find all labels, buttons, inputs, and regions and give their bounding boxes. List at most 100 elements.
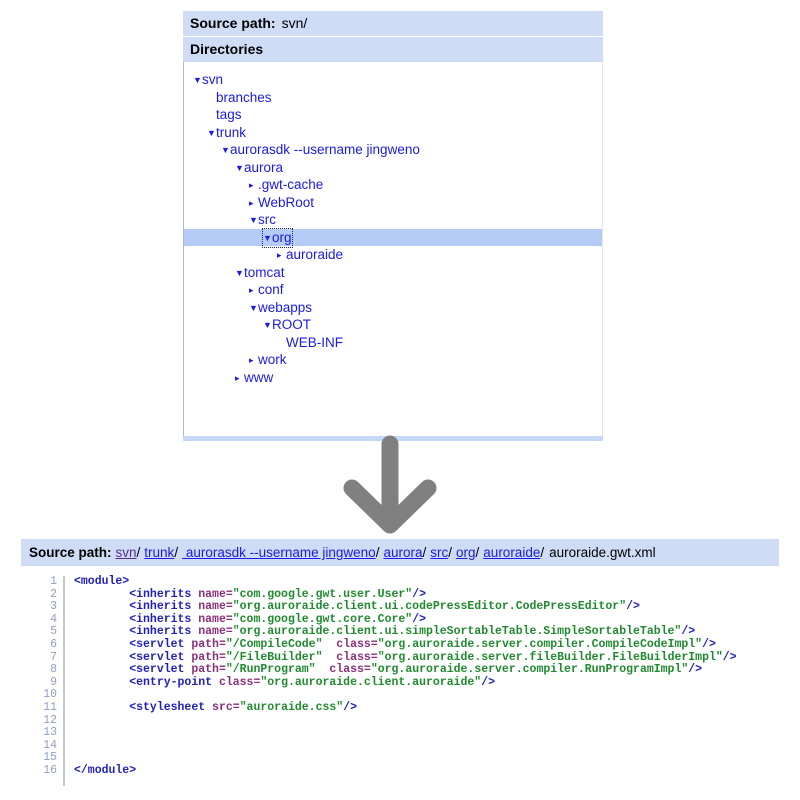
tree-node-work[interactable]: ▸ work: [184, 351, 602, 369]
chevron-right-icon[interactable]: ▸: [249, 352, 258, 370]
code-token-str: "com.google.gwt.core.Core": [232, 612, 413, 626]
breadcrumb-separator: /: [448, 545, 453, 560]
code-token-tag: />: [343, 700, 357, 714]
chevron-down-icon[interactable]: ▼: [193, 72, 202, 90]
code-token-att: name=: [198, 625, 233, 639]
breadcrumb: Source path: svn / trunk / aurorasdk --usern…: [21, 539, 779, 566]
chevron-down-icon[interactable]: ▼: [235, 160, 244, 178]
code-viewer[interactable]: 1 2 3 4 5 6 7 8 9 10 11 12 13 14 15 16 <module> <inheri…: [21, 575, 779, 786]
tree-node-aurorasdk[interactable]: ▼aurorasdk --username jingweno: [184, 141, 602, 159]
line-number: 6: [50, 637, 57, 651]
code-line[interactable]: </module>: [74, 763, 737, 778]
tree-node-svn[interactable]: ▼svn: [184, 71, 602, 89]
chevron-down-icon[interactable]: ▼: [249, 300, 258, 318]
code-token-tag: />: [412, 587, 426, 601]
breadcrumb-link-svn[interactable]: svn: [116, 545, 137, 560]
chevron-right-icon[interactable]: ▸: [277, 247, 286, 265]
breadcrumb-link-src[interactable]: src: [430, 545, 448, 560]
tree-node-www[interactable]: ▸ www: [184, 369, 602, 387]
breadcrumb-link-org[interactable]: org: [456, 545, 476, 560]
code-line[interactable]: [74, 740, 737, 753]
code-token-tag: <servlet: [129, 650, 192, 664]
code-token-tag: />: [412, 612, 426, 626]
code-token-att: class=: [218, 675, 261, 689]
code-token-att: class=: [336, 650, 378, 664]
tree-node-org[interactable]: ▼org: [184, 227, 602, 248]
tree-node-src[interactable]: ▼src: [184, 211, 602, 229]
breadcrumb-link-aurorasdk[interactable]: aurorasdk --username jingweno: [182, 545, 376, 560]
tree-node-webroot[interactable]: ▸ WebRoot: [184, 194, 602, 212]
chevron-down-icon[interactable]: ▼: [207, 125, 216, 143]
tree-node-trunk[interactable]: ▼trunk: [184, 124, 602, 142]
code-token-tag: </module>: [74, 763, 137, 777]
tree-node-branches[interactable]: branches: [184, 89, 602, 107]
code-token-str: "org.auroraide.client.auroraide": [260, 675, 482, 689]
breadcrumb-title: Source path:: [29, 545, 112, 560]
tree-node-label: tomcat: [244, 264, 285, 280]
chevron-right-icon[interactable]: ▸: [249, 195, 258, 213]
code-token-str: "/FileBuilder": [225, 650, 323, 664]
tree-node-auroraide[interactable]: ▸ auroraide: [184, 246, 602, 264]
tree-node-label: work: [258, 352, 287, 367]
chevron-down-icon[interactable]: ▼: [263, 230, 272, 248]
breadcrumb-separator: /: [375, 545, 380, 560]
code-token-tag: <servlet: [129, 663, 192, 677]
code-lines[interactable]: <module> <inherits name="com.google.gwt.…: [65, 575, 737, 786]
chevron-down-icon[interactable]: ▼: [249, 212, 258, 230]
tree-node-label: aurora: [244, 159, 284, 175]
tree-node-label: .gwt-cache: [258, 177, 324, 192]
breadcrumb-separator: /: [540, 545, 545, 560]
tree-node-label: ROOT: [272, 317, 311, 332]
tree-node-label: src: [258, 212, 276, 227]
tree-node-tomcat[interactable]: ▼tomcat: [184, 264, 602, 282]
tree-node-web-inf[interactable]: WEB-INF: [184, 334, 602, 352]
tree-node-label: org: [272, 229, 292, 245]
line-number: 1: [50, 575, 57, 588]
chevron-right-icon[interactable]: ▸: [249, 177, 258, 195]
code-token-tag: <entry-point: [129, 675, 219, 689]
chevron-right-icon[interactable]: ▸: [235, 370, 244, 388]
code-token-tag: <stylesheet: [129, 700, 213, 714]
code-line[interactable]: <entry-point class="org.auroraide.client…: [74, 675, 737, 690]
breadcrumb-link-aurora[interactable]: aurora: [383, 545, 422, 560]
chevron-down-icon[interactable]: ▼: [221, 142, 230, 160]
code-token-att: class=: [329, 663, 371, 677]
chevron-down-icon[interactable]: ▼: [235, 265, 244, 283]
tree-node-label: www: [244, 369, 274, 385]
code-line[interactable]: <stylesheet src="auroraide.css"/>: [74, 700, 737, 715]
code-line[interactable]: [74, 715, 737, 728]
tree-node-aurora[interactable]: ▼aurora: [184, 159, 602, 177]
tree-node-webapps[interactable]: ▼webapps: [184, 299, 602, 317]
line-number: 11: [43, 700, 57, 714]
code-token-att: path=: [191, 637, 226, 651]
tree-node-tags[interactable]: tags: [184, 106, 602, 124]
chevron-right-icon[interactable]: ▸: [249, 282, 258, 300]
code-token-str: "org.auroraide.server.compiler.RunProgra…: [370, 663, 689, 677]
tree-node-.gwt-cache[interactable]: ▸ .gwt-cache: [184, 176, 602, 194]
breadcrumb-link-trunk[interactable]: trunk: [144, 545, 174, 560]
tree-node-root[interactable]: ▼ROOT: [184, 316, 602, 334]
code-token-tag: />: [681, 625, 696, 639]
breadcrumb-link-auroraide[interactable]: auroraide: [483, 545, 540, 560]
down-arrow-icon: [330, 432, 450, 538]
code-token-tag: <servlet: [129, 637, 192, 651]
code-token-att: src=: [212, 700, 240, 714]
tree-node-label: conf: [258, 282, 284, 297]
tree-node-label: auroraide: [286, 247, 344, 262]
code-token-str: "org.auroraide.client.ui.codePressEditor…: [232, 600, 627, 614]
chevron-down-icon[interactable]: ▼: [263, 317, 272, 335]
code-token-str: "org.auroraide.server.compiler.CompileCo…: [377, 637, 703, 651]
tree-node-label: webapps: [258, 299, 313, 315]
tree-node-conf[interactable]: ▸ conf: [184, 281, 602, 299]
breadcrumb-separator: /: [422, 545, 427, 560]
code-token-tag: <inherits: [129, 612, 199, 626]
code-line[interactable]: [74, 752, 737, 765]
code-token-att: name=: [198, 600, 233, 614]
code-line[interactable]: [74, 727, 737, 740]
code-token-tag: />: [688, 663, 703, 677]
